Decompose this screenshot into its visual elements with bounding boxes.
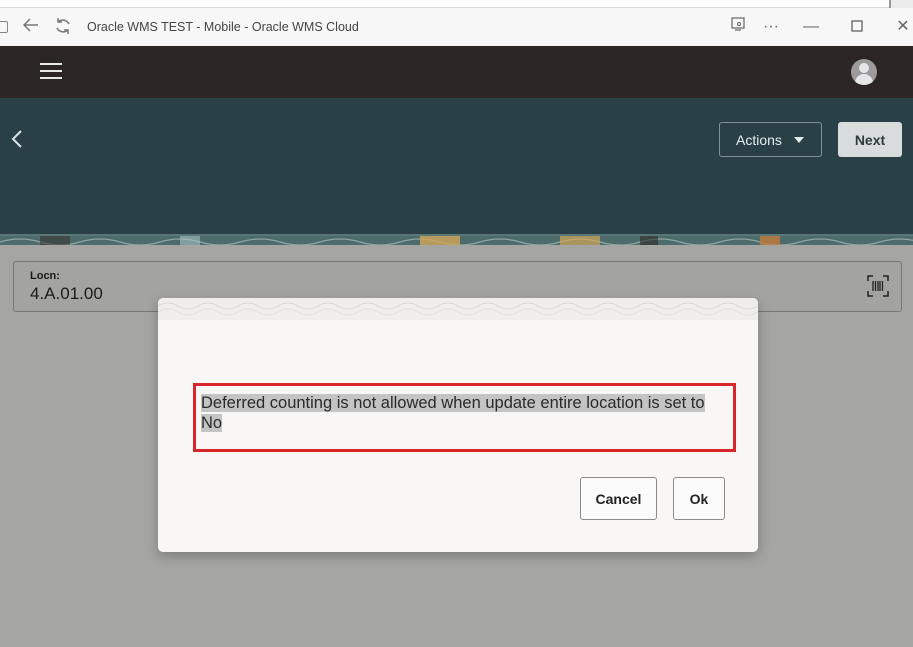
dialog-message: Deferred counting is not allowed when up… bbox=[201, 393, 731, 433]
message-line-2: No bbox=[201, 414, 223, 432]
caret-down-icon bbox=[793, 136, 804, 143]
maximize-icon[interactable] bbox=[846, 16, 868, 38]
titlebar-top-strip bbox=[0, 0, 889, 8]
user-avatar-icon[interactable] bbox=[851, 59, 877, 85]
next-button[interactable]: Next bbox=[838, 122, 902, 157]
window-title: Oracle WMS TEST - Mobile - Oracle WMS Cl… bbox=[87, 20, 359, 34]
refresh-icon[interactable] bbox=[52, 16, 74, 43]
header-pattern bbox=[0, 234, 913, 245]
back-arrow-icon[interactable] bbox=[20, 16, 42, 41]
chevron-left-icon[interactable] bbox=[10, 128, 30, 152]
hamburger-icon[interactable] bbox=[40, 63, 62, 80]
titlebar-edge bbox=[889, 0, 891, 8]
cast-icon[interactable] bbox=[727, 16, 749, 38]
close-icon[interactable]: ✕ bbox=[892, 16, 913, 38]
cancel-button[interactable]: Cancel bbox=[580, 477, 657, 520]
window-titlebar: Oracle WMS TEST - Mobile - Oracle WMS Cl… bbox=[0, 0, 913, 46]
confirm-dialog: Deferred counting is not allowed when up… bbox=[158, 298, 758, 552]
message-highlight-box: Deferred counting is not allowed when up… bbox=[193, 383, 736, 452]
locn-value[interactable]: 4.A.01.00 bbox=[30, 284, 103, 304]
dialog-top-texture bbox=[158, 298, 758, 320]
more-icon[interactable]: ··· bbox=[760, 16, 782, 38]
app-icon bbox=[0, 21, 8, 33]
locn-label: Locn: bbox=[30, 270, 60, 282]
page-header: Actions Next bbox=[0, 98, 913, 234]
actions-button[interactable]: Actions bbox=[719, 122, 822, 157]
message-line-1: Deferred counting is not allowed when up… bbox=[201, 394, 705, 412]
app-header bbox=[0, 46, 913, 98]
minimize-icon[interactable]: — bbox=[800, 16, 822, 38]
barcode-scan-icon[interactable] bbox=[867, 275, 889, 297]
ok-button[interactable]: Ok bbox=[673, 477, 725, 520]
actions-label: Actions bbox=[736, 131, 782, 148]
